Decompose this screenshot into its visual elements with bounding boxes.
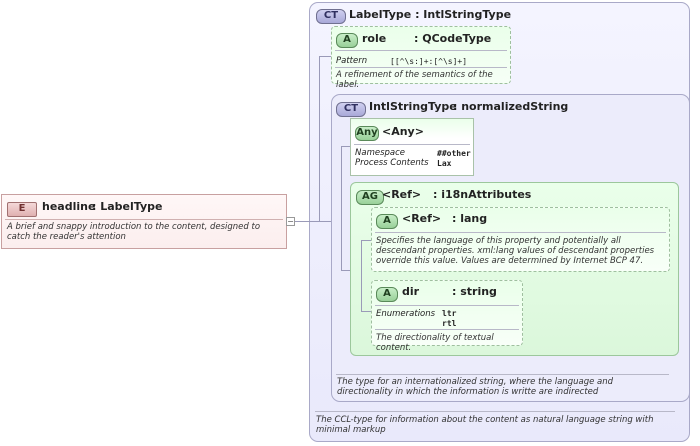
- any-name: <Any>: [382, 125, 424, 138]
- lang-doc: Specifies the language of this property …: [376, 236, 655, 266]
- group-type: : i18nAttributes: [433, 188, 532, 201]
- enumerations-label: Enumerations: [376, 309, 436, 319]
- pattern-label: Pattern: [336, 56, 368, 66]
- expand-toggle[interactable]: −: [286, 217, 295, 226]
- label-type-doc: The CCL-type for information about the c…: [316, 415, 654, 435]
- lang-type: : lang: [452, 212, 488, 225]
- connector-line: [361, 240, 362, 312]
- label-type-title: LabelType : IntlStringType: [349, 8, 512, 21]
- process-contents-value: Lax: [437, 159, 452, 168]
- element-icon: E: [7, 202, 37, 217]
- lang-attribute[interactable]: A <Ref> : lang Specifies the language of…: [371, 207, 670, 272]
- enum-value-rtl: rtl: [442, 319, 457, 328]
- ct-badge: CT: [316, 8, 346, 24]
- dir-type: : string: [452, 285, 497, 298]
- intl-string-type-title: IntlStringType: [369, 100, 457, 113]
- namespace-label: Namespace: [355, 148, 406, 158]
- connector-line: [341, 146, 342, 271]
- any-element[interactable]: Any <Any> Namespace ##other Process Cont…: [350, 118, 474, 176]
- enum-value-ltr: ltr: [442, 309, 457, 318]
- headline-element[interactable]: E headline : LabelType A brief and snapp…: [1, 194, 287, 249]
- dir-attribute[interactable]: A dir : string Enumerations ltr rtl The …: [371, 280, 523, 353]
- group-ref-name: <Ref>: [382, 188, 422, 201]
- connector-line: [361, 240, 371, 241]
- connector-line: [341, 270, 350, 271]
- attribute-icon: A: [376, 214, 398, 229]
- process-contents-label: Process Contents: [355, 158, 429, 168]
- connector-line: [295, 221, 319, 222]
- namespace-value: ##other: [437, 149, 471, 158]
- connector-line: [319, 56, 331, 57]
- dir-name: dir: [402, 285, 420, 298]
- dir-doc: The directionality of textual content.: [376, 333, 494, 353]
- complex-type-icon: CT: [336, 102, 366, 117]
- headline-name: headline: [42, 200, 96, 213]
- intl-string-type-doc: The type for an internationalized string…: [337, 377, 614, 397]
- pattern-value: [[^\s:]+:[^\s]+]: [390, 57, 468, 66]
- role-attribute[interactable]: A role : QCodeType Pattern [[^\s:]+:[^\s…: [331, 26, 511, 90]
- role-attribute-type: : QCodeType: [414, 32, 492, 45]
- role-attribute-name: role: [362, 32, 387, 45]
- complex-type-icon: CT: [316, 9, 346, 24]
- connector-line: [361, 311, 371, 312]
- headline-doc: A brief and snappy introduction to the c…: [7, 222, 261, 242]
- connector-line: [319, 56, 320, 221]
- attribute-icon: A: [336, 33, 358, 48]
- any-icon: Any: [355, 126, 379, 141]
- connector-line: [341, 146, 350, 147]
- role-attribute-doc: A refinement of the semantics of the lab…: [336, 70, 493, 90]
- connector-line: [319, 221, 331, 222]
- attribute-group-icon: AG: [356, 190, 384, 205]
- intl-string-type-base: : normalizedString: [453, 100, 569, 113]
- attribute-icon: A: [376, 287, 398, 302]
- headline-type: : LabelType: [92, 200, 163, 213]
- lang-ref-name: <Ref>: [402, 212, 442, 225]
